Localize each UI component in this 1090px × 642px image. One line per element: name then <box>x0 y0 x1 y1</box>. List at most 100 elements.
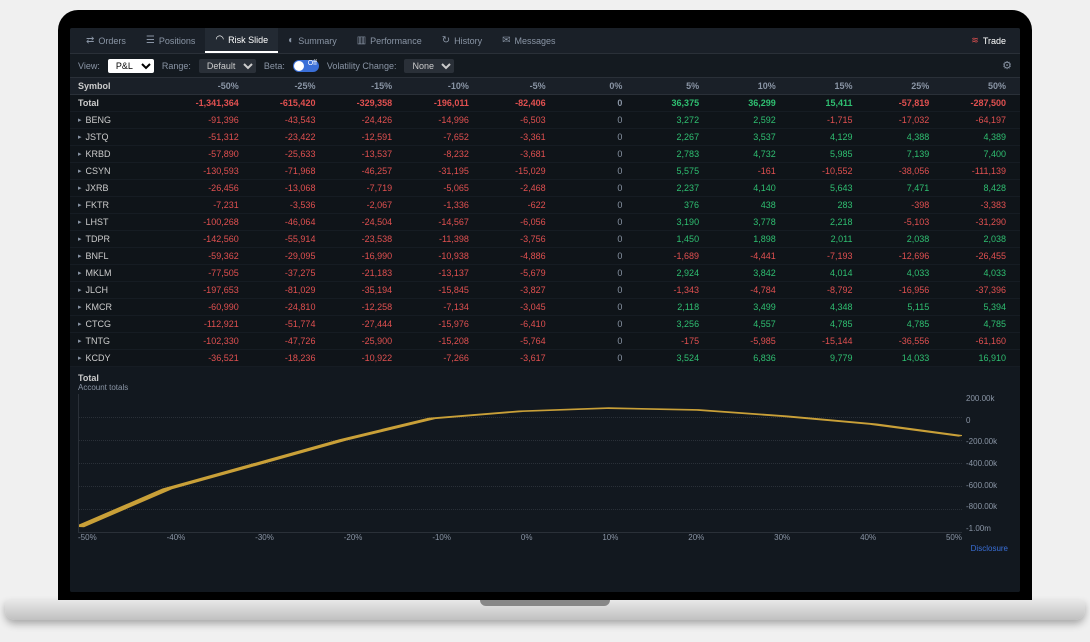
table-row[interactable]: ▸BNFL-59,362-29,095-16,990-10,938-4,8860… <box>70 248 1020 265</box>
settings-button[interactable]: ⚙ <box>1002 59 1012 72</box>
tab-history[interactable]: ↻History <box>432 28 492 53</box>
range-select[interactable]: Default <box>199 59 256 73</box>
blank-footer <box>70 557 1020 592</box>
value-cell: -3,617 <box>475 353 552 363</box>
table-row[interactable]: ▸MKLM-77,505-37,275-21,183-13,137-5,6790… <box>70 265 1020 282</box>
symbol-cell: ▸LHST <box>78 217 168 227</box>
disclosure-link[interactable]: Disclosure <box>78 542 1012 555</box>
volchange-select[interactable]: None <box>404 59 454 73</box>
tab-messages[interactable]: ✉Messages <box>492 28 565 53</box>
tab-summary[interactable]: ◐ Summary <box>278 28 347 53</box>
value-cell: -3,045 <box>475 302 552 312</box>
table-row[interactable]: ▸KMCR-60,990-24,810-12,258-7,134-3,04502… <box>70 299 1020 316</box>
value-cell: 3,537 <box>705 132 782 142</box>
value-cell: -8,232 <box>398 149 475 159</box>
value-cell: -13,137 <box>398 268 475 278</box>
table-row[interactable]: ▸JSTQ-51,312-23,422-12,591-7,652-3,36102… <box>70 129 1020 146</box>
value-cell: 2,924 <box>628 268 705 278</box>
chevron-right-icon: ▸ <box>78 252 82 260</box>
table-row[interactable]: ▸BENG-91,396-43,543-24,426-14,996-6,5030… <box>70 112 1020 129</box>
value-cell: -14,996 <box>398 115 475 125</box>
value-cell: 2,783 <box>628 149 705 159</box>
value-cell: -7,134 <box>398 302 475 312</box>
value-cell: -398 <box>859 200 936 210</box>
main-tabs: ⇄Orders ☰Positions ◠Risk Slide ◐Summary … <box>70 28 1020 54</box>
value-cell: -14,567 <box>398 217 475 227</box>
value-cell: 36,375 <box>628 98 705 108</box>
chevron-right-icon: ▸ <box>78 218 82 226</box>
chevron-right-icon: ▸ <box>78 116 82 124</box>
value-cell: 3,499 <box>705 302 782 312</box>
table-row[interactable]: ▸CSYN-130,593-71,968-46,257-31,195-15,02… <box>70 163 1020 180</box>
table-row[interactable]: ▸JLCH-197,653-81,029-35,194-15,845-3,827… <box>70 282 1020 299</box>
tab-performance[interactable]: ▥Performance <box>347 28 432 53</box>
value-cell: -142,560 <box>168 234 245 244</box>
table-row[interactable]: ▸KRBD-57,890-25,633-13,537-8,232-3,68102… <box>70 146 1020 163</box>
value-cell: -196,011 <box>398 98 475 108</box>
value-cell: 0 <box>552 149 629 159</box>
value-cell: -2,468 <box>475 183 552 193</box>
total-row[interactable]: Total-1,341,364-615,420-329,358-196,011-… <box>70 95 1020 112</box>
value-cell: 283 <box>782 200 859 210</box>
tab-label: Risk Slide <box>228 35 268 45</box>
value-cell: -12,591 <box>321 132 398 142</box>
value-cell: 0 <box>552 132 629 142</box>
table-row[interactable]: ▸FKTR-7,231-3,536-2,067-1,336-6220376438… <box>70 197 1020 214</box>
value-cell: -31,195 <box>398 166 475 176</box>
value-cell: 2,267 <box>628 132 705 142</box>
value-cell: -161 <box>705 166 782 176</box>
chevron-right-icon: ▸ <box>78 269 82 277</box>
value-cell: -36,521 <box>168 353 245 363</box>
value-cell: 7,400 <box>935 149 1012 159</box>
tab-positions[interactable]: ☰ Positions <box>136 28 206 53</box>
tab-orders[interactable]: ⇄Orders <box>76 28 136 53</box>
value-cell: 4,785 <box>859 319 936 329</box>
value-cell: 5,643 <box>782 183 859 193</box>
value-cell: -7,193 <box>782 251 859 261</box>
col-header: 0% <box>552 81 629 91</box>
value-cell: -1,341,364 <box>168 98 245 108</box>
value-cell: -1,689 <box>628 251 705 261</box>
value-cell: 0 <box>552 302 629 312</box>
value-cell: -102,330 <box>168 336 245 346</box>
value-cell: -55,914 <box>245 234 322 244</box>
table-row[interactable]: ▸TNTG-102,330-47,726-25,900-15,208-5,764… <box>70 333 1020 350</box>
symbol-cell: ▸KCDY <box>78 353 168 363</box>
value-cell: -51,312 <box>168 132 245 142</box>
value-cell: 5,575 <box>628 166 705 176</box>
table-row[interactable]: ▸LHST-100,268-46,064-24,504-14,567-6,056… <box>70 214 1020 231</box>
value-cell: -17,032 <box>859 115 936 125</box>
table-row[interactable]: ▸KCDY-36,521-18,236-10,922-7,266-3,61703… <box>70 350 1020 367</box>
value-cell: -16,990 <box>321 251 398 261</box>
tab-label: Positions <box>159 36 196 46</box>
value-cell: -5,985 <box>705 336 782 346</box>
value-cell: 4,785 <box>935 319 1012 329</box>
summary-icon: ◐ <box>288 35 294 46</box>
chart-plot[interactable] <box>78 394 962 533</box>
value-cell: -130,593 <box>168 166 245 176</box>
value-cell: -197,653 <box>168 285 245 295</box>
col-header: -5% <box>475 81 552 91</box>
tab-label: Summary <box>298 36 337 46</box>
tab-risk-slide[interactable]: ◠Risk Slide <box>205 28 278 53</box>
value-cell: -51,774 <box>245 319 322 329</box>
table-row[interactable]: ▸TDPR-142,560-55,914-23,538-11,398-3,756… <box>70 231 1020 248</box>
trade-button[interactable]: ≋Trade <box>963 35 1014 46</box>
table-row[interactable]: ▸JXRB-26,456-13,068-7,719-5,065-2,46802,… <box>70 180 1020 197</box>
value-cell: 4,557 <box>705 319 782 329</box>
laptop-base <box>5 600 1085 620</box>
positions-icon: ☰ <box>146 35 155 46</box>
value-cell: -1,336 <box>398 200 475 210</box>
value-cell: 2,011 <box>782 234 859 244</box>
view-select[interactable]: P&L <box>108 59 154 73</box>
beta-toggle[interactable]: Off <box>293 60 319 72</box>
value-cell: -24,504 <box>321 217 398 227</box>
value-cell: -13,537 <box>321 149 398 159</box>
value-cell: 3,842 <box>705 268 782 278</box>
value-cell: 0 <box>552 319 629 329</box>
value-cell: -5,764 <box>475 336 552 346</box>
chart-title: Total <box>78 373 1012 383</box>
value-cell: -7,266 <box>398 353 475 363</box>
orders-icon: ⇄ <box>86 35 94 46</box>
table-row[interactable]: ▸CTCG-112,921-51,774-27,444-15,976-6,410… <box>70 316 1020 333</box>
